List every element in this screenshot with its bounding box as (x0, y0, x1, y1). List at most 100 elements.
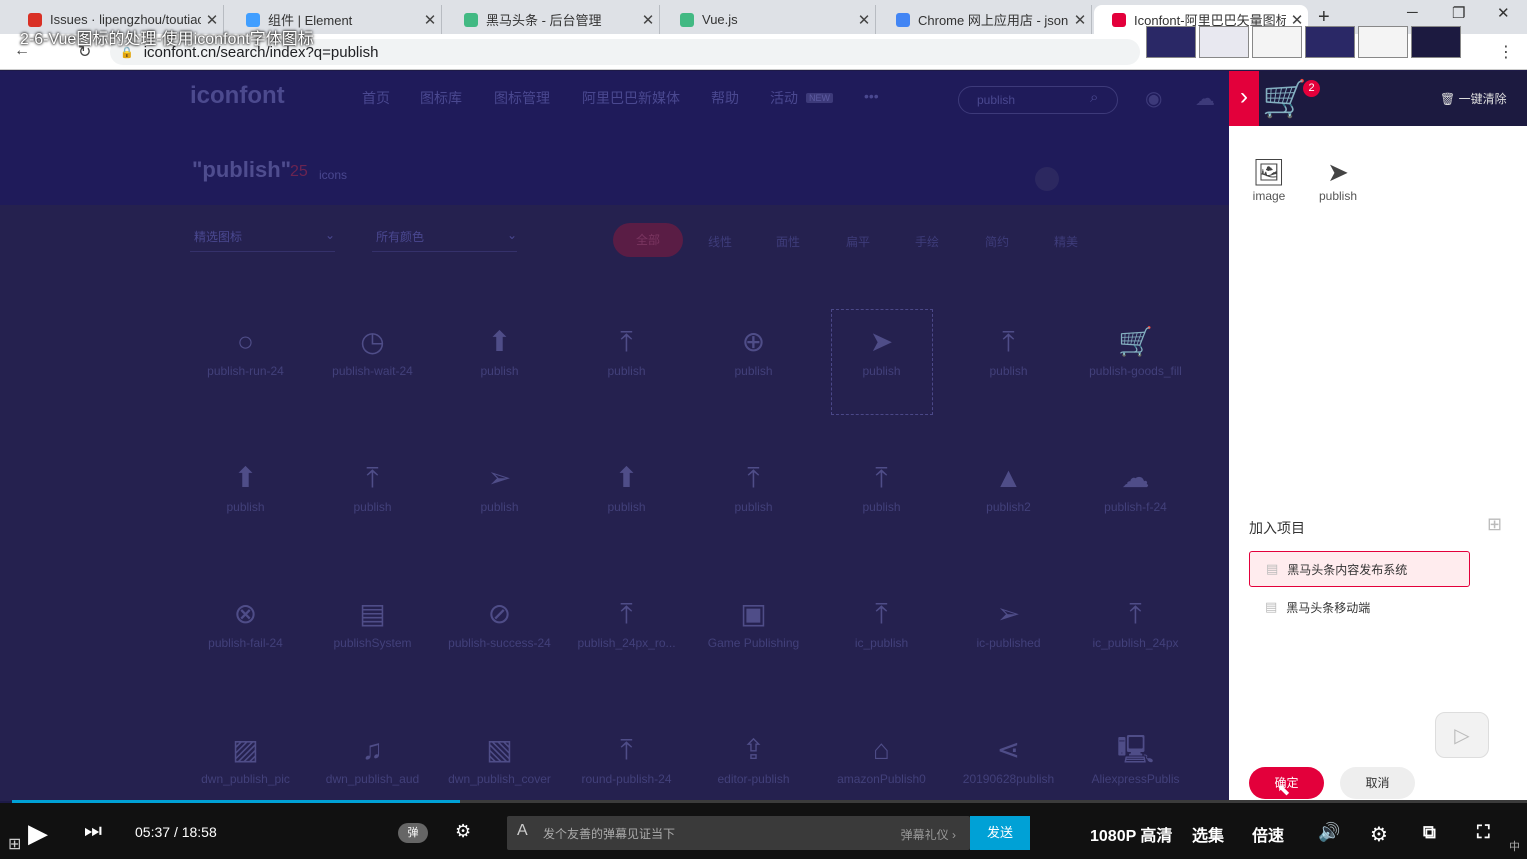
icon-card[interactable]: ⤒ publish (309, 458, 436, 558)
danmu-etiquette-link[interactable]: 弹幕礼仪 › (901, 826, 956, 843)
cancel-button[interactable]: 取消 (1340, 767, 1415, 799)
icon-name: publish-goods_fill (1089, 364, 1182, 378)
close-tab-icon[interactable]: ✕ (1069, 11, 1091, 29)
danmu-settings-icon[interactable]: ⚙ (455, 821, 471, 842)
filter-chip[interactable]: 面性 (776, 233, 800, 250)
time-display: 05:37 / 18:58 (135, 824, 217, 840)
search-icon[interactable]: ⌕ (1090, 89, 1098, 106)
browser-tab[interactable]: Vue.js ✕ (662, 5, 876, 34)
nav-item[interactable]: 图标管理 (494, 88, 550, 108)
icon-card[interactable]: ☁ publish-f-24 (1072, 458, 1199, 558)
project-option[interactable]: ▤ 黑马头条内容发布系统 (1249, 551, 1470, 587)
site-logo[interactable]: iconfont (190, 82, 285, 110)
picture-in-picture-icon[interactable]: ⧉ (1423, 822, 1436, 843)
danmu-input[interactable]: A 发个友善的弹幕见证当下 弹幕礼仪 › (507, 816, 970, 850)
speed-button[interactable]: 倍速 (1252, 822, 1284, 846)
browser-tab[interactable]: 黑马头条 - 后台管理 ✕ (446, 5, 660, 34)
filter-chip[interactable]: 线性 (708, 233, 732, 250)
icon-card[interactable]: ⬆ publish (436, 322, 563, 422)
icon-name: ic_publish_24px (1092, 636, 1179, 650)
project-option[interactable]: ▤ 黑马头条移动端 (1249, 589, 1470, 625)
filter-chip[interactable]: 简约 (985, 233, 1009, 250)
nav-more-icon[interactable]: ••• (864, 88, 879, 104)
thumbnail (1252, 26, 1302, 58)
icon-type-select[interactable]: 精选图标 ⌄ (190, 228, 335, 252)
icon-name: editor-publish (717, 772, 790, 786)
minimize-button[interactable]: ─ (1407, 4, 1418, 21)
filter-chip-all[interactable]: 全部 (613, 223, 683, 257)
icon-card[interactable]: ⤒ publish (563, 322, 690, 422)
settings-icon[interactable]: ⚙ (1370, 822, 1388, 847)
icon-name: ic-published (976, 636, 1041, 650)
icon-card[interactable]: ⤒ publish (690, 458, 817, 558)
play-icon[interactable]: ▶ (28, 818, 48, 849)
icon-card[interactable]: ◷ publish-wait-24 (309, 322, 436, 422)
icon-card[interactable]: ⊗ publish-fail-24 (182, 594, 309, 694)
icon-card[interactable]: ⤒ ic_publish (818, 594, 945, 694)
cart-item-label: image (1252, 189, 1286, 203)
volume-icon[interactable]: 🔊 (1318, 822, 1340, 843)
help-icon[interactable] (1035, 167, 1059, 191)
danmu-toggle[interactable]: 弹 (398, 823, 428, 843)
new-project-icon[interactable]: ⊞ (1487, 514, 1502, 535)
send-danmu-button[interactable]: 发送 (970, 816, 1030, 850)
icon-name: publish (607, 364, 646, 378)
filter-chip[interactable]: 手绘 (915, 233, 939, 250)
close-tab-icon[interactable]: ✕ (419, 11, 441, 29)
filter-chip[interactable]: 精美 (1054, 233, 1078, 250)
icon-card[interactable]: ⬆ publish (563, 458, 690, 558)
fullscreen-icon[interactable]: ⛶ (1477, 822, 1490, 843)
icon-card[interactable]: 🛒 publish-goods_fill (1072, 322, 1199, 422)
icon-name: amazonPublish0 (837, 772, 926, 786)
icon-name: dwn_publish_cover (448, 772, 551, 786)
icon-card[interactable]: ➢ publish (436, 458, 563, 558)
icon-name: publish (480, 364, 519, 378)
nav-item[interactable]: 首页 (362, 88, 390, 108)
collapse-panel-button[interactable]: › (1229, 71, 1259, 126)
icon-card[interactable]: ▲ publish2 (945, 458, 1072, 558)
windows-start-icon[interactable]: ⊞ (8, 834, 21, 854)
cart-item[interactable]: ➤ publish (1308, 155, 1368, 203)
icon-name: publish_24px_ro... (577, 636, 676, 650)
icon-name: publish-fail-24 (208, 636, 283, 650)
menu-icon[interactable]: ⋮ (1498, 42, 1514, 62)
icon-card[interactable]: ⤒ ic_publish_24px (1072, 594, 1199, 694)
icon-card[interactable]: ➢ ic-published (945, 594, 1072, 694)
font-style-icon[interactable]: A (517, 822, 528, 840)
icon-card[interactable]: ➤ publish (818, 322, 945, 422)
icon-card[interactable]: ⤒ publish (818, 458, 945, 558)
nav-item[interactable]: 活动 (770, 88, 798, 108)
cart-item-icon: ➤ (1327, 157, 1349, 187)
nav-item[interactable]: 阿里巴巴新媒体 (582, 88, 680, 108)
icon-name: publish (862, 364, 901, 378)
nav-item[interactable]: 帮助 (711, 88, 739, 108)
icon-card[interactable]: ⤒ publish_24px_ro... (563, 594, 690, 694)
cart-item[interactable]: 🖼 image (1239, 155, 1299, 203)
icon-card[interactable]: ○ publish-run-24 (182, 322, 309, 422)
maximize-button[interactable]: ❐ (1452, 4, 1465, 22)
icon-card[interactable]: ▣ Game Publishing (690, 594, 817, 694)
icon-card[interactable]: ⬆ publish (182, 458, 309, 558)
quality-button[interactable]: 1080P 高清 (1090, 822, 1172, 846)
cart-item-icon: 🖼 (1252, 157, 1286, 187)
close-tab-icon[interactable]: ✕ (637, 11, 659, 29)
clear-all-button[interactable]: 🗑 一键清除 (1440, 90, 1507, 107)
close-window-button[interactable]: ✕ (1497, 4, 1510, 22)
avatar-icon[interactable]: ◉ (1145, 86, 1162, 111)
close-tab-icon[interactable]: ✕ (853, 11, 875, 29)
icon-card[interactable]: ⊕ publish (690, 322, 817, 422)
browser-tab[interactable]: Chrome 网上应用店 - json ✕ (878, 5, 1092, 34)
filter-chip[interactable]: 扁平 (846, 233, 870, 250)
episodes-button[interactable]: 选集 (1192, 822, 1224, 846)
bilibili-mini-player-icon[interactable]: ▷ (1435, 712, 1489, 758)
page-title: "publish" (192, 157, 292, 182)
color-select[interactable]: 所有颜色 ⌄ (372, 228, 517, 252)
nav-item[interactable]: 图标库 (420, 88, 462, 108)
result-icon: ◷ (360, 326, 385, 357)
icon-card[interactable]: ⊘ publish-success-24 (436, 594, 563, 694)
next-icon[interactable]: ⏭ (84, 820, 102, 843)
icon-card[interactable]: ⤒ publish (945, 322, 1072, 422)
upload-icon[interactable]: ☁ (1195, 86, 1215, 111)
icon-card[interactable]: ▤ publishSystem (309, 594, 436, 694)
icon-name: AliexpressPublis (1091, 772, 1180, 786)
